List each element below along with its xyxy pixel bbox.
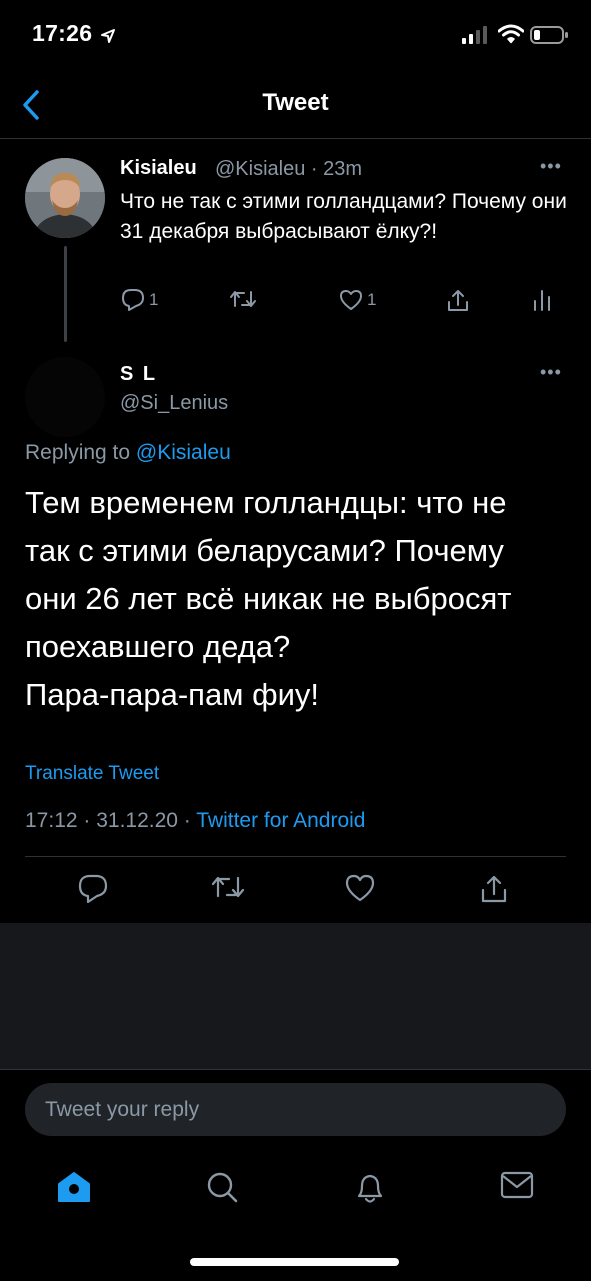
like-button[interactable] [344, 873, 376, 903]
retweet-button[interactable] [229, 288, 257, 310]
tweet-body-line: Пара-пара-пам фиу! [25, 677, 320, 712]
avatar[interactable] [25, 158, 105, 238]
tweet-text: Что не так с этими голландцами? Почему о… [120, 190, 567, 243]
share-icon [448, 290, 468, 311]
mail-icon [500, 1171, 534, 1199]
bell-icon [357, 1174, 383, 1203]
thread-line [64, 246, 67, 342]
tweet-body-line: поехавшего деда? [25, 629, 291, 664]
analytics-button[interactable] [533, 288, 551, 312]
reply-button[interactable]: 1 [120, 288, 158, 312]
tweet-body-line: Тем временем голландцы: что не [25, 485, 507, 520]
header-divider [0, 138, 591, 139]
signal-icon [462, 26, 490, 44]
like-button[interactable]: 1 [338, 288, 376, 312]
retweet-icon [230, 291, 256, 307]
timestamp-text: 17:12 · 31.12.20 · [25, 809, 197, 832]
reply-count: 1 [149, 290, 159, 309]
share-icon [481, 875, 507, 903]
heart-icon [345, 874, 375, 902]
heart-icon [340, 290, 362, 310]
home-indicator[interactable] [190, 1258, 399, 1266]
like-count: 1 [367, 290, 377, 309]
search-icon [207, 1172, 238, 1203]
tweet-body-line: так с этими беларусами? Почему [25, 533, 504, 568]
retweet-icon [211, 876, 245, 898]
author-handle: @Si_Lenius [120, 392, 229, 414]
more-options-icon[interactable]: ••• [540, 156, 562, 177]
page-title: Tweet [262, 89, 329, 116]
replying-to-prefix: Replying to [25, 441, 136, 464]
reply-icon [78, 874, 108, 904]
empty-area [0, 923, 591, 1069]
analytics-icon [534, 290, 550, 311]
home-icon [58, 1172, 90, 1202]
replying-to: Replying to @Kisialeu [25, 441, 231, 465]
tab-messages[interactable] [500, 1170, 534, 1200]
share-button[interactable] [445, 288, 471, 314]
more-options-icon[interactable]: ••• [540, 362, 562, 383]
battery-icon [530, 25, 570, 45]
share-button[interactable] [478, 873, 510, 905]
author-name[interactable]: Kisialeu [120, 157, 197, 180]
avatar[interactable] [25, 357, 105, 437]
tab-notifications[interactable] [354, 1170, 386, 1206]
tweet-timestamp: 17:12 · 31.12.20 · Twitter for Android [25, 809, 366, 833]
translate-link[interactable]: Translate Tweet [25, 763, 159, 785]
meta-divider [25, 856, 566, 857]
tweet-body: Тем временем голландцы: что не так с эти… [25, 479, 575, 719]
status-time: 17:26 [32, 20, 93, 46]
author-handle-time: @Kisialeu · 23m [215, 158, 363, 180]
location-arrow-icon [100, 28, 116, 44]
retweet-button[interactable] [211, 873, 245, 901]
source-link[interactable]: Twitter for Android [196, 809, 365, 832]
reply-button[interactable] [77, 873, 109, 905]
wifi-icon [498, 24, 524, 44]
tweet-body-line: они 26 лет всё никак не выбросят [25, 581, 512, 616]
tab-home[interactable] [56, 1170, 92, 1204]
mention-link[interactable]: @Kisialeu [136, 441, 231, 464]
reply-input[interactable] [25, 1083, 566, 1136]
author-name[interactable]: S L [120, 363, 157, 386]
tab-search[interactable] [205, 1170, 239, 1204]
reply-icon [122, 289, 144, 311]
